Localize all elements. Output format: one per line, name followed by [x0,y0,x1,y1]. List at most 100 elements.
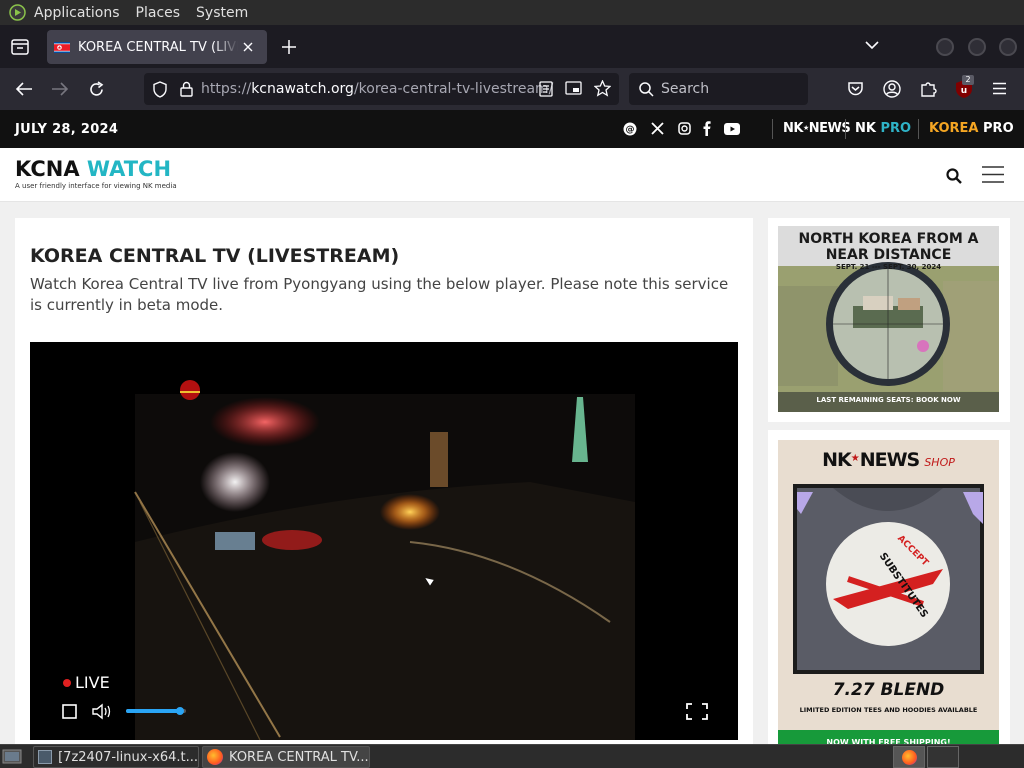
ad1-title-line2: NEAR DISTANCE [825,247,952,263]
bookmark-star-icon[interactable] [594,80,611,97]
ad2-brand-news: NEWS [859,449,921,471]
ad1-banner[interactable]: NORTH KOREA FROM A NEAR DISTANCE SEPT. 2… [778,226,999,412]
workspace-switcher[interactable] [893,746,925,768]
url-path: /korea-central-tv-livestream/ [353,81,554,97]
ad2-product-title: 7.27 BLEND [832,680,945,700]
video-player[interactable]: LIVE [30,342,738,740]
forward-arrow-icon[interactable] [51,81,69,97]
ad2-star-icon: ★ [850,453,860,464]
reader-view-icon[interactable] [539,81,553,97]
ad1-title: NORTH KOREA FROM A NEAR DISTANCE [778,231,999,263]
padlock-icon[interactable] [180,81,193,97]
ad1-cta[interactable]: LAST REMAINING SEATS: BOOK NOW [778,396,999,404]
url-host: kcnawatch.org [251,81,354,97]
volume-speaker-icon[interactable] [92,703,112,720]
instagram-icon[interactable] [678,122,691,135]
ad2-hoodie-image [797,488,983,670]
article-title: KOREA CENTRAL TV (LIVESTREAM) [30,245,400,267]
volume-slider-fill [126,709,180,713]
os-logo-icon[interactable] [9,4,26,21]
site-tagline: A user friendly interface for viewing NK… [15,182,177,190]
ad-north-korea-near-distance[interactable]: NORTH KOREA FROM A NEAR DISTANCE SEPT. 2… [768,218,1010,422]
list-tabs-chevron-down-icon[interactable] [865,41,879,50]
account-icon[interactable] [883,80,901,98]
divider [845,119,846,139]
korea-pro-brand-link[interactable]: KOREA PRO [929,121,1014,136]
site-hamburger-menu-icon[interactable] [982,166,1004,183]
nk-news-brand-nk: NK [783,121,803,136]
search-bar[interactable]: Search [629,73,808,105]
search-placeholder: Search [661,81,710,97]
site-header: KCNA WATCH A user friendly interface for… [0,148,1024,202]
menu-places[interactable]: Places [128,5,189,21]
divider [772,119,773,139]
x-twitter-icon[interactable] [651,122,664,135]
live-indicator: LIVE [63,673,110,692]
url-text[interactable]: https://kcnawatch.org/korea-central-tv-l… [201,81,553,97]
ad2-shop: SHOP [924,456,955,469]
window-close-icon[interactable] [998,37,1018,57]
nk-news-brand-news: NEWS [808,121,851,136]
back-arrow-icon[interactable] [15,81,33,97]
ad2-subtitle: LIMITED EDITION TEES AND HOODIES AVAILAB… [799,706,978,714]
terminal-icon [38,750,53,764]
logo-kcna: KCNA [15,157,80,181]
logo-watch: WATCH [86,157,172,181]
ad2-shipping-banner[interactable]: NOW WITH FREE SHIPPING! [778,730,999,744]
taskbar-item-archive-label: [7z2407-linux-x64.t... [58,749,198,765]
ad-nk-news-shop[interactable]: NK★NEWS SHOP ACCEPT SUBSTITUTES 7.27 BLE… [768,430,1010,744]
youtube-icon[interactable] [724,123,740,135]
close-tab-icon[interactable] [242,41,254,53]
tab-title: KOREA CENTRAL TV (LIVESTREAM) [78,39,238,55]
taskbar-item-archive[interactable]: [7z2407-linux-x64.t... [33,746,199,768]
facebook-icon[interactable] [703,121,711,136]
menu-system[interactable]: System [188,5,256,21]
navigation-toolbar: https://kcnawatch.org/korea-central-tv-l… [0,68,1024,110]
svg-text:u: u [961,86,967,96]
taskbar-item-firefox[interactable]: KOREA CENTRAL TV... [202,746,370,768]
nk-news-brand-link[interactable]: NK★NEWS [783,121,851,136]
article-description: Watch Korea Central TV live from Pyongya… [30,275,729,314]
window-minimize-icon[interactable] [935,37,955,57]
ad2-brand-nk: NK [822,449,852,471]
extension-badge: 2 [962,75,974,85]
tab-overview-icon[interactable] [11,39,29,55]
new-tab-icon[interactable] [281,39,297,55]
korea-pro-brand-korea: KOREA [929,121,979,136]
hamburger-menu-icon[interactable] [992,82,1007,95]
menu-applications[interactable]: Applications [26,5,128,21]
picture-in-picture-icon[interactable] [565,81,582,96]
fullscreen-icon[interactable] [686,703,708,720]
north-korea-flag-icon [54,41,70,53]
tab-kcna-livestream[interactable]: KOREA CENTRAL TV (LIVESTREAM) [47,30,267,64]
url-bar[interactable]: https://kcnawatch.org/korea-central-tv-l… [144,73,619,105]
ad2-banner[interactable]: NK★NEWS SHOP ACCEPT SUBSTITUTES 7.27 BLE… [778,440,999,744]
nk-pro-brand-link[interactable]: NK PRO [855,121,911,136]
workspace-2[interactable] [927,746,959,768]
site-topbar: JULY 28, 2024 @ NK★NEWS NK PRO KOREA PRO [0,110,1024,148]
live-dot-icon [63,678,71,687]
svg-text:@: @ [626,125,635,135]
tab-strip: KOREA CENTRAL TV (LIVESTREAM) [0,25,1024,68]
taskbar-item-firefox-label: KOREA CENTRAL TV... [229,749,369,765]
nk-pro-brand-nk: NK [855,121,876,136]
tracking-shield-icon[interactable] [152,80,168,98]
stop-button-icon[interactable] [62,704,77,719]
ad1-dates: SEPT. 21 --- SEPT. 30, 2024 [835,263,942,271]
pocket-icon[interactable] [847,81,864,97]
nk-pro-brand-pro: PRO [880,121,912,136]
reload-icon[interactable] [88,81,105,98]
video-frame-fireworks-image [134,380,635,740]
firefox-icon [902,750,917,765]
os-top-panel: Applications Places System [0,0,1024,25]
mastodon-icon[interactable]: @ [623,122,637,136]
extensions-puzzle-icon[interactable] [920,80,937,98]
window-maximize-icon[interactable] [967,37,987,57]
show-desktop-icon[interactable] [2,748,22,765]
divider [918,119,919,139]
kcna-watch-logo[interactable]: KCNA WATCH [15,157,171,181]
web-page: JULY 28, 2024 @ NK★NEWS NK PRO KOREA PRO [0,110,1024,744]
ad2-brand: NK★NEWS SHOP [778,449,999,471]
volume-slider-handle[interactable] [176,707,184,715]
site-search-icon[interactable] [946,168,962,184]
